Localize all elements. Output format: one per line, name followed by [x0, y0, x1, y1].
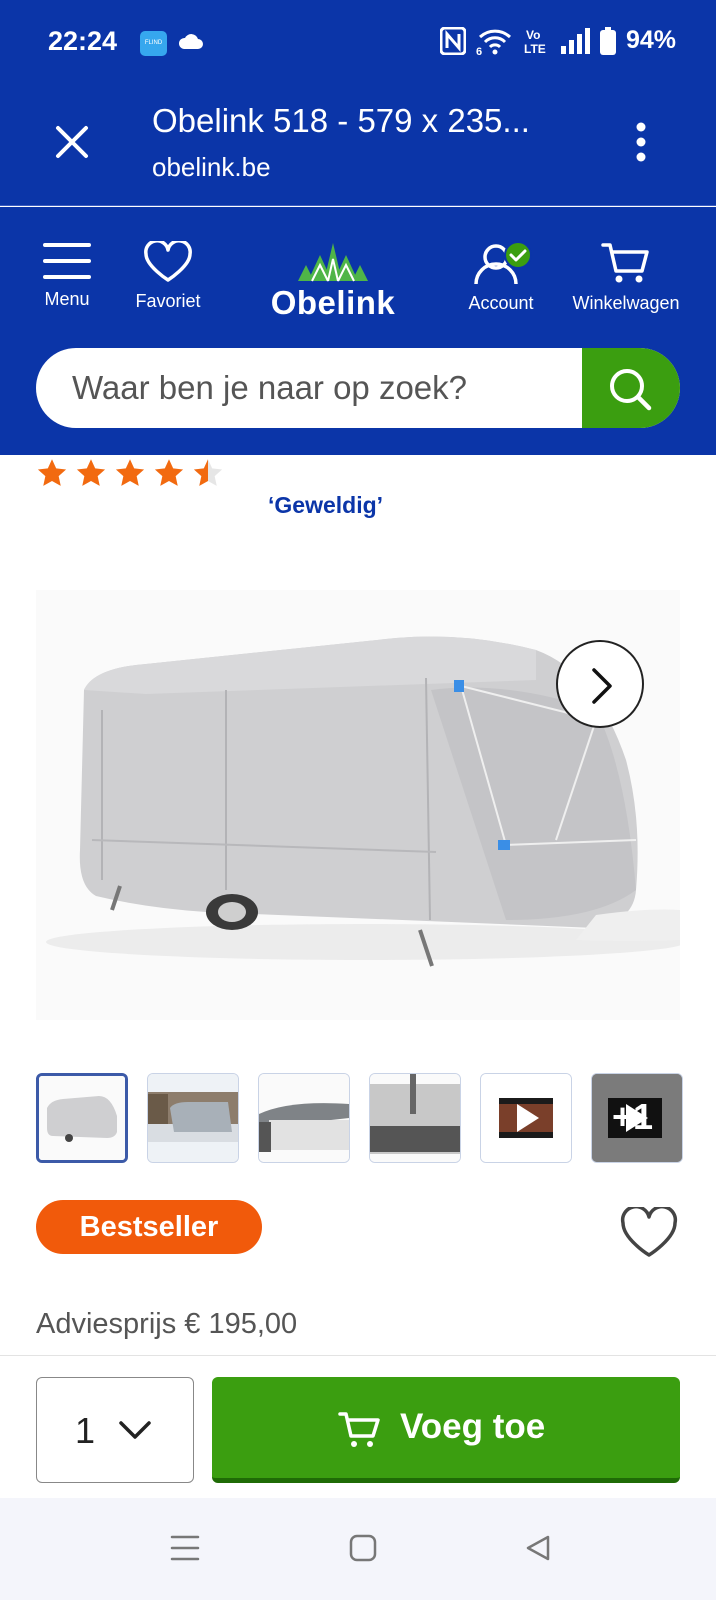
- close-icon[interactable]: [52, 122, 92, 162]
- wifi-6-icon: 6: [476, 27, 514, 55]
- obelink-logo[interactable]: Obelink: [258, 241, 408, 322]
- back-icon[interactable]: [524, 1534, 552, 1562]
- thumbnail-3[interactable]: [258, 1073, 350, 1163]
- svg-text:6: 6: [476, 46, 482, 55]
- status-icons: 6 Vo LTE 94%: [439, 26, 676, 55]
- cart-label: Winkelwagen: [572, 293, 680, 313]
- thumbnail-4[interactable]: [369, 1073, 461, 1163]
- thumbnail-2[interactable]: [147, 1073, 239, 1163]
- status-time: 22:24: [48, 26, 118, 56]
- video-thumbnail[interactable]: [480, 1073, 572, 1163]
- cart-button[interactable]: Winkelwagen: [566, 241, 686, 314]
- rating-label: ‘Geweldig’: [268, 492, 384, 518]
- more-media-thumbnail[interactable]: +1: [591, 1073, 683, 1163]
- trees-logo-icon: [298, 243, 368, 282]
- notification-app-icon: FLIND: [140, 31, 167, 56]
- search-input[interactable]: [36, 348, 582, 428]
- thumbnail-1[interactable]: [36, 1073, 128, 1163]
- search-bar: [36, 348, 680, 428]
- thumbnail-strip: +1: [36, 1073, 683, 1163]
- heart-icon: [620, 1204, 678, 1257]
- battery-percent: 94%: [625, 26, 676, 54]
- half-star-icon: [193, 459, 223, 486]
- bestseller-badge: Bestseller: [36, 1200, 262, 1254]
- star-icon: [76, 459, 106, 486]
- chevron-down-icon: [119, 1421, 151, 1439]
- menu-button[interactable]: Menu: [30, 241, 104, 310]
- page-title: Obelink 518 - 579 x 235...: [152, 102, 530, 139]
- favorites-label: Favoriet: [135, 291, 201, 311]
- star-icon: [115, 459, 145, 486]
- search-icon: [610, 369, 652, 411]
- rating-stars: [36, 458, 224, 488]
- search-button[interactable]: [582, 348, 680, 428]
- svg-text:LTE: LTE: [524, 42, 546, 55]
- account-button[interactable]: Account: [458, 241, 544, 314]
- system-navigation-bar: [0, 1498, 716, 1600]
- star-icon: [154, 459, 184, 486]
- browser-toolbar: Obelink 518 - 579 x 235... obelink.be: [0, 86, 716, 206]
- more-options-icon[interactable]: [636, 122, 646, 162]
- cart-icon: [338, 1412, 380, 1447]
- favorites-button[interactable]: Favoriet: [128, 241, 208, 312]
- add-to-cart-label: Voeg toe: [400, 1407, 546, 1446]
- battery-icon: [599, 26, 616, 55]
- logo-text: Obelink: [270, 284, 396, 321]
- svg-text:Vo: Vo: [526, 28, 540, 42]
- home-icon[interactable]: [349, 1534, 377, 1562]
- next-image-button[interactable]: [556, 640, 644, 728]
- wishlist-button[interactable]: [620, 1204, 678, 1259]
- hamburger-icon: [43, 243, 91, 279]
- nfc-icon: [439, 26, 466, 55]
- quantity-select[interactable]: 1: [36, 1377, 194, 1483]
- recent-apps-icon[interactable]: [170, 1534, 200, 1562]
- menu-label: Menu: [44, 289, 90, 309]
- page-url: obelink.be: [152, 152, 271, 182]
- advice-price: Adviesprijs € 195,00: [36, 1308, 298, 1340]
- cloud-icon: [178, 32, 204, 55]
- volte-icon: Vo LTE: [524, 27, 550, 55]
- add-to-cart-button[interactable]: Voeg toe: [212, 1377, 680, 1483]
- star-icon: [37, 459, 67, 486]
- user-check-icon: [474, 241, 532, 285]
- signal-icon: [560, 27, 590, 54]
- cart-icon: [601, 243, 649, 283]
- account-label: Account: [468, 293, 534, 313]
- status-bar: 22:24 FLIND 6 Vo LTE 94%: [0, 0, 716, 86]
- heart-icon: [144, 241, 192, 282]
- more-media-count: +1: [612, 1096, 654, 1137]
- quantity-value: 1: [75, 1410, 96, 1451]
- site-header: Menu Favoriet Obelink Account Winkelwage…: [0, 207, 716, 455]
- chevron-right-icon: [592, 668, 612, 704]
- add-to-cart-bar: 1 Voeg toe: [0, 1355, 716, 1498]
